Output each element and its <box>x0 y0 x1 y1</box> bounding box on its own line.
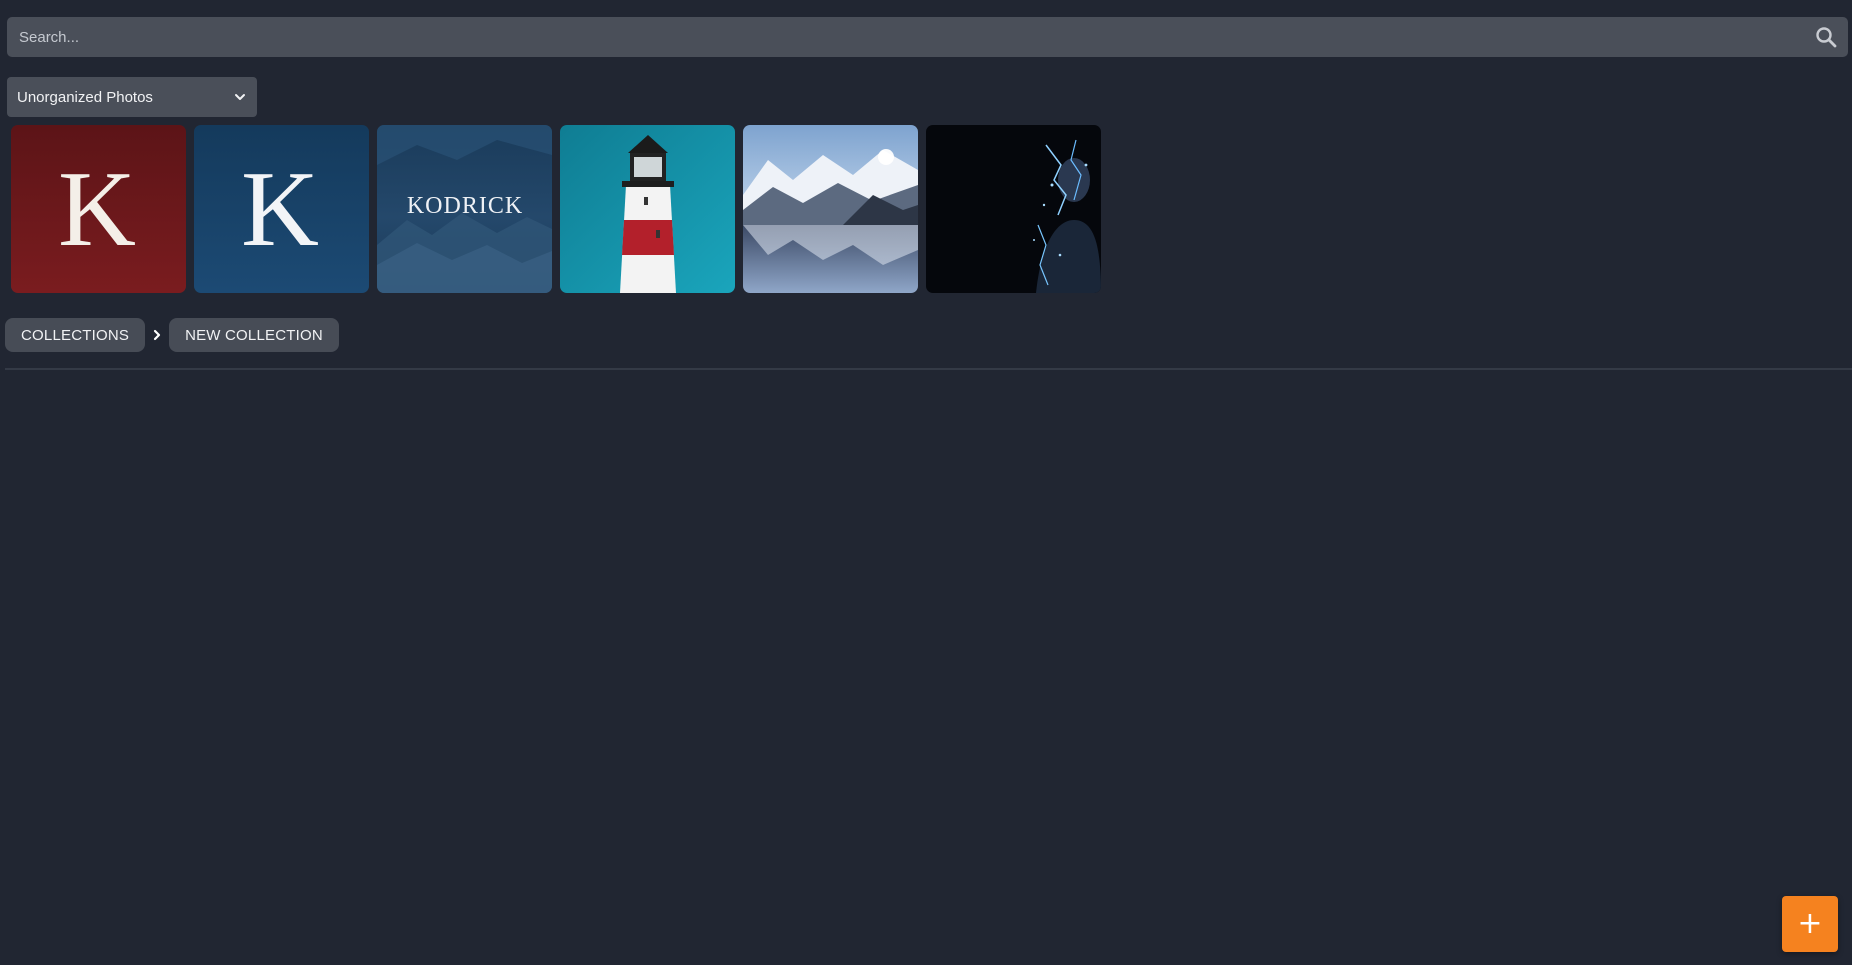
plus-icon: + <box>1797 906 1823 941</box>
breadcrumb-new-collection[interactable]: NEW COLLECTION <box>169 318 339 352</box>
photo-thumbnail-lighthouse[interactable] <box>560 125 735 293</box>
chevron-right-icon <box>145 318 169 352</box>
photo-thumbnail-kodrick-mountains[interactable]: KODRICK <box>377 125 552 293</box>
chevron-down-icon <box>233 90 247 104</box>
k-letter-red: K <box>58 150 136 269</box>
search-bar <box>7 17 1848 57</box>
search-input[interactable] <box>7 17 1848 57</box>
kodrick-wordmark: KODRICK <box>407 193 523 219</box>
photo-thumbnail-glitch-portrait[interactable] <box>926 125 1101 293</box>
photo-thumbnail-k-logo-red[interactable]: K <box>11 125 186 293</box>
photo-thumbnail-k-logo-blue[interactable]: K <box>194 125 369 293</box>
photo-strip: K K KODRICK <box>11 125 1101 293</box>
k-letter-blue: K <box>241 150 319 269</box>
album-select[interactable]: Unorganized Photos <box>7 77 257 117</box>
album-select-value: Unorganized Photos <box>17 88 153 106</box>
breadcrumb: COLLECTIONS NEW COLLECTION <box>5 318 339 352</box>
section-divider <box>5 368 1852 370</box>
search-icon[interactable] <box>1814 25 1838 49</box>
photo-thumbnail-snowy-lake[interactable] <box>743 125 918 293</box>
breadcrumb-collections[interactable]: COLLECTIONS <box>5 318 146 352</box>
add-button[interactable]: + <box>1782 896 1838 952</box>
